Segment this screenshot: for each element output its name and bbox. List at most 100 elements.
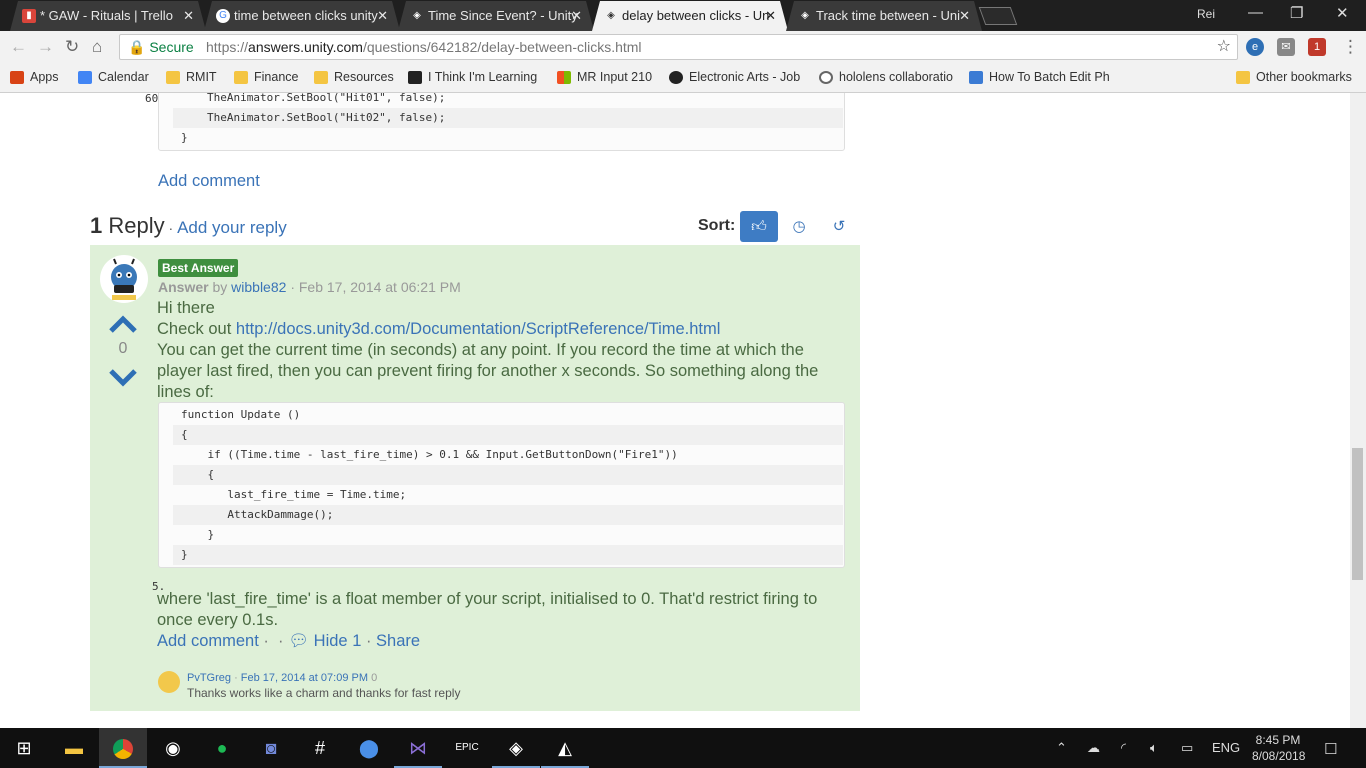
notification-extension-icon[interactable]: 1 [1308, 38, 1326, 56]
url-path: /questions/642182/delay-between-clicks.h… [362, 39, 642, 55]
answer-body: You can get the current time (in seconds… [157, 341, 819, 401]
new-tab-button[interactable] [978, 7, 1018, 25]
cloud-icon[interactable]: ☁ [1087, 740, 1100, 756]
upvote-button[interactable] [108, 313, 138, 341]
sort-oldest-button[interactable]: ↺ [820, 211, 858, 242]
answer-greeting: Hi there [157, 299, 215, 317]
bookmark-star-icon[interactable]: ☆ [1217, 35, 1231, 59]
close-icon[interactable]: ✕ [959, 1, 970, 31]
best-answer-badge: Best Answer [158, 259, 239, 277]
battery-icon[interactable]: ▭ [1181, 740, 1193, 756]
hide-comments-link[interactable]: 💬︎ Hide 1 [288, 632, 361, 650]
avatar[interactable] [100, 255, 148, 303]
answer-conclusion: where 'last_fire_time' is a float member… [157, 590, 818, 629]
sort-newest-button[interactable]: ◷ [780, 211, 818, 242]
answer-kind: Answer [158, 279, 209, 295]
bookmark-ea[interactable]: Electronic Arts - Job [669, 70, 807, 84]
best-answer: 0 Best Answer Answer by wibble82 · Feb 1… [90, 245, 860, 711]
secure-indicator[interactable]: 🔒 Secure [128, 35, 194, 59]
mail-extension-icon[interactable]: ✉ [1277, 38, 1295, 56]
maps-icon[interactable]: ⬤ [345, 728, 393, 768]
media-icon[interactable]: ◉ [149, 728, 197, 768]
file-explorer-icon[interactable]: ▬ [50, 728, 98, 768]
tray-overflow-icon[interactable]: ⌃ [1056, 740, 1067, 756]
bookmark-resources[interactable]: Resources [314, 70, 398, 84]
forward-icon[interactable]: → [37, 37, 54, 57]
answer-actions: Add comment · · 💬︎ Hide 1 · Share [157, 632, 421, 650]
bookmark-learning[interactable]: I Think I'm Learning [408, 70, 544, 84]
tab-time-since-event[interactable]: ◈ Time Since Event? - Unity ✕ [398, 1, 594, 31]
unity-icon[interactable]: ◈ [492, 728, 540, 768]
close-icon[interactable]: ✕ [183, 1, 194, 31]
comment: PvTGreg · Feb 17, 2014 at 07:09 PM 0 Tha… [158, 669, 838, 705]
bookmark-hololens[interactable]: hololens collaboratio [819, 70, 959, 84]
volume-icon[interactable]: 🔈︎ [1150, 740, 1158, 756]
tab-google-search[interactable]: G time between clicks unity ✕ [204, 1, 400, 31]
downvote-button[interactable] [108, 367, 138, 395]
sort-votes-button[interactable]: 👍︎ [740, 211, 778, 242]
add-comment-link[interactable]: Add comment [158, 172, 260, 191]
bookmark-rmit[interactable]: RMIT [166, 70, 226, 84]
maximize-icon[interactable]: ❐ [1290, 4, 1303, 22]
clock-time: 8:45 PM [1255, 733, 1301, 747]
trello-icon [408, 71, 422, 84]
wifi-icon[interactable]: ◜ [1121, 740, 1126, 756]
add-reply-link[interactable]: Add your reply [177, 218, 287, 237]
clock[interactable]: 8:45 PM 8/08/2018 [1252, 732, 1305, 764]
start-icon[interactable]: ⊞ [0, 728, 48, 768]
tab-title: * GAW - Rituals | Trello [40, 8, 173, 23]
apps-grid-icon [10, 71, 24, 84]
unity-hub-icon[interactable]: ◭ [541, 728, 589, 768]
folder-icon [234, 71, 248, 84]
bookmark-calendar[interactable]: Calendar [78, 70, 158, 84]
code-line: TheAnimator.SetBool("Hit01", false); [207, 93, 446, 104]
code-line: } [173, 545, 843, 565]
tab-title: Time Since Event? - Unity [428, 8, 578, 23]
chrome-icon[interactable] [99, 728, 147, 768]
by-label: by [212, 279, 228, 295]
page-scrollbar[interactable] [1350, 93, 1366, 728]
tab-trello[interactable]: ▮ * GAW - Rituals | Trello ✕ [10, 1, 206, 31]
profile-name[interactable]: Rei [1197, 7, 1215, 21]
notification-icon[interactable]: ☐ [1324, 740, 1337, 758]
bookmark-batch-edit[interactable]: How To Batch Edit Ph [969, 70, 1109, 84]
minimize-icon[interactable]: — [1248, 4, 1263, 21]
back-icon[interactable]: ← [10, 37, 27, 57]
spotify-icon[interactable]: ● [198, 728, 246, 768]
home-icon[interactable]: ⌂ [92, 37, 102, 57]
omnibox[interactable]: 🔒 Secure https://answers.unity.com/quest… [119, 34, 1238, 60]
close-window-icon[interactable]: ✕ [1336, 4, 1349, 22]
share-link[interactable]: Share [376, 632, 420, 650]
scrollbar-thumb[interactable] [1352, 448, 1363, 580]
folder-icon [166, 71, 180, 84]
author-link[interactable]: wibble82 [231, 279, 286, 295]
tab-title: Track time between - Uni [816, 8, 961, 23]
discord-icon[interactable]: ◙ [247, 728, 295, 768]
avatar[interactable] [158, 671, 180, 693]
tab-track-time-between[interactable]: ◈ Track time between - Uni ✕ [786, 1, 982, 31]
language-indicator[interactable]: ENG [1212, 740, 1240, 755]
puzzle-icon [969, 71, 983, 84]
docs-link[interactable]: http://docs.unity3d.com/Documentation/Sc… [236, 320, 721, 338]
visual-studio-icon[interactable]: ⋈ [394, 728, 442, 768]
url-text[interactable]: https://answers.unity.com/questions/6421… [206, 35, 642, 59]
epic-games-icon[interactable]: EPIC [443, 728, 491, 768]
code-line: if ((Time.time - last_fire_time) > 0.1 &… [181, 448, 678, 461]
bookmark-other[interactable]: Other bookmarks [1236, 70, 1360, 84]
close-icon[interactable]: ✕ [571, 1, 582, 31]
history-icon: ↺ [832, 218, 846, 235]
reload-icon[interactable]: ↻ [65, 37, 79, 57]
bookmarks-bar: Apps Calendar RMIT Finance Resources I T… [0, 64, 1366, 93]
comment-author-link[interactable]: PvTGreg [187, 672, 231, 684]
microsoft-icon [557, 71, 571, 84]
menu-icon[interactable]: ⋮ [1342, 37, 1359, 57]
bookmark-finance[interactable]: Finance [234, 70, 306, 84]
add-comment-link[interactable]: Add comment [157, 632, 259, 650]
close-icon[interactable]: ✕ [377, 1, 388, 31]
bookmark-apps[interactable]: Apps [10, 70, 70, 84]
tab-delay-between-clicks[interactable]: ◈ delay between clicks - Un ✕ [592, 1, 788, 31]
slack-icon[interactable]: # [296, 728, 344, 768]
close-icon[interactable]: ✕ [765, 1, 776, 31]
bookmark-mr-input[interactable]: MR Input 210 [557, 70, 661, 84]
extension-icon[interactable]: e [1246, 38, 1264, 56]
